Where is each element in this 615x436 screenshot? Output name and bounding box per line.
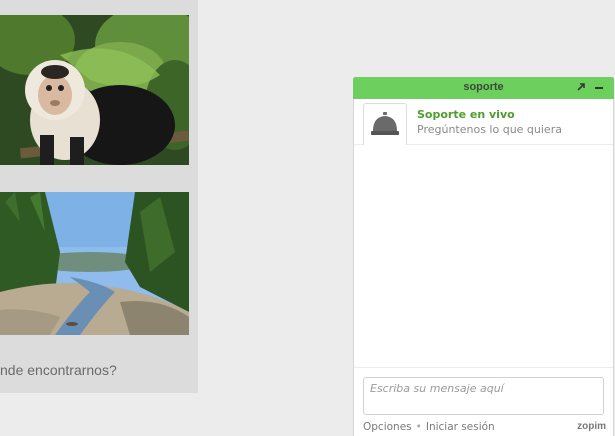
agent-card: Soporte en vivo Pregúntenos lo que quier… <box>354 99 613 147</box>
agent-avatar <box>363 103 407 147</box>
login-link[interactable]: Iniciar sesión <box>426 421 495 433</box>
chat-header[interactable]: soporte <box>353 77 614 99</box>
popout-icon[interactable] <box>574 80 588 94</box>
monkey-photo[interactable] <box>0 15 189 165</box>
agent-tagline: Pregúntenos lo que quiera <box>417 123 562 136</box>
beach-photo[interactable] <box>0 192 189 335</box>
chat-widget: soporte Soporte en vivo Pregúntenos lo q… <box>353 77 614 436</box>
service-bell-icon <box>371 112 399 135</box>
footer-separator: • <box>415 421 422 433</box>
agent-name: Soporte en vivo <box>417 108 515 121</box>
minimize-icon[interactable] <box>592 80 606 94</box>
options-link[interactable]: Opciones <box>363 421 412 433</box>
zopim-logo[interactable]: zopim <box>577 421 606 432</box>
page: nde encontrarnos? soporte Soporte en viv… <box>0 0 615 436</box>
message-input[interactable] <box>363 377 604 415</box>
content-panel: nde encontrarnos? <box>0 0 198 393</box>
composer-divider <box>354 367 613 368</box>
chat-footer: Opciones • Iniciar sesión zopim <box>363 421 606 435</box>
question-text: nde encontrarnos? <box>0 362 117 378</box>
message-area[interactable] <box>354 145 613 367</box>
